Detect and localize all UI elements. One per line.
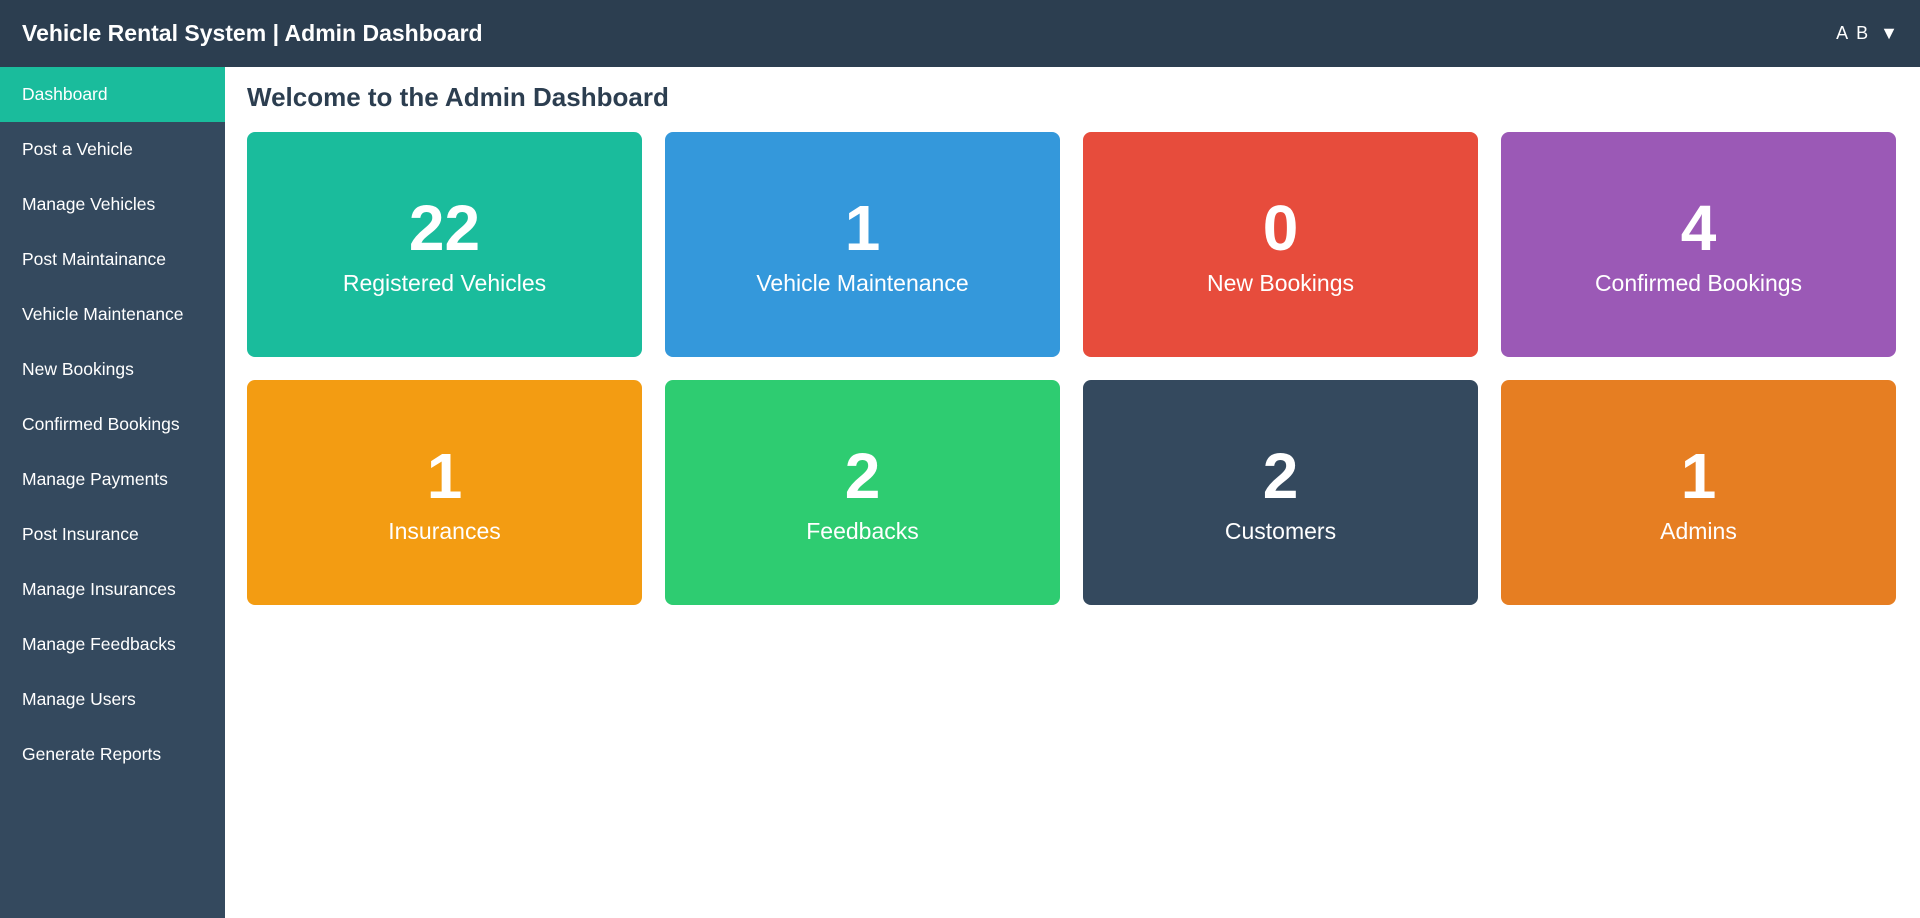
stat-card-feedbacks[interactable]: 2 Feedbacks (665, 380, 1060, 605)
top-header: Vehicle Rental System | Admin Dashboard … (0, 0, 1920, 67)
stat-count: 0 (1262, 192, 1299, 264)
app-title: Vehicle Rental System | Admin Dashboard (22, 20, 483, 46)
sidebar-item-manage-users[interactable]: Manage Users (0, 672, 225, 727)
stat-count: 1 (844, 192, 881, 264)
stat-count: 2 (844, 440, 881, 512)
sidebar: Dashboard Post a Vehicle Manage Vehicles… (0, 67, 225, 918)
caret-down-icon: ▼ (1880, 23, 1898, 43)
stat-card-new-bookings[interactable]: 0 New Bookings (1083, 132, 1478, 357)
stat-card-confirmed-bookings[interactable]: 4 Confirmed Bookings (1501, 132, 1896, 357)
stat-count: 2 (1262, 440, 1299, 512)
sidebar-item-manage-insurances[interactable]: Manage Insurances (0, 562, 225, 617)
user-initials: A B (1836, 23, 1871, 43)
sidebar-item-post-maintenance[interactable]: Post Maintainance (0, 232, 225, 287)
stat-card-insurances[interactable]: 1 Insurances (247, 380, 642, 605)
stat-count: 1 (1680, 440, 1717, 512)
sidebar-item-confirmed-bookings[interactable]: Confirmed Bookings (0, 397, 225, 452)
stat-card-admins[interactable]: 1 Admins (1501, 380, 1896, 605)
sidebar-item-dashboard[interactable]: Dashboard (0, 67, 225, 122)
sidebar-item-vehicle-maintenance[interactable]: Vehicle Maintenance (0, 287, 225, 342)
stat-label: Confirmed Bookings (1594, 270, 1803, 296)
stats-grid: 22 Registered Vehicles 1 Vehicle Mainten… (247, 132, 1898, 605)
stat-label: Registered Vehicles (342, 270, 547, 296)
page-title: Welcome to the Admin Dashboard (247, 82, 669, 112)
stat-count: 22 (408, 192, 481, 264)
main-content: Welcome to the Admin Dashboard 22 Regist… (225, 67, 1920, 918)
stat-count: 1 (426, 440, 463, 512)
stat-label: Insurances (388, 518, 501, 544)
stat-label: Admins (1660, 518, 1737, 544)
sidebar-item-manage-payments[interactable]: Manage Payments (0, 452, 225, 507)
sidebar-item-post-insurance[interactable]: Post Insurance (0, 507, 225, 562)
stat-label: Vehicle Maintenance (756, 270, 969, 296)
stat-label: New Bookings (1206, 270, 1355, 296)
stat-count: 4 (1680, 192, 1717, 264)
user-menu[interactable]: A B ▼ (1836, 23, 1898, 44)
stat-card-registered-vehicles[interactable]: 22 Registered Vehicles (247, 132, 642, 357)
sidebar-item-generate-reports[interactable]: Generate Reports (0, 727, 225, 782)
stat-label: Feedbacks (806, 518, 919, 544)
sidebar-item-manage-vehicles[interactable]: Manage Vehicles (0, 177, 225, 232)
stat-card-customers[interactable]: 2 Customers (1083, 380, 1478, 605)
sidebar-item-new-bookings[interactable]: New Bookings (0, 342, 225, 397)
stat-label: Customers (1224, 518, 1337, 544)
sidebar-item-post-vehicle[interactable]: Post a Vehicle (0, 122, 225, 177)
stat-card-vehicle-maintenance[interactable]: 1 Vehicle Maintenance (665, 132, 1060, 357)
sidebar-item-manage-feedbacks[interactable]: Manage Feedbacks (0, 617, 225, 672)
